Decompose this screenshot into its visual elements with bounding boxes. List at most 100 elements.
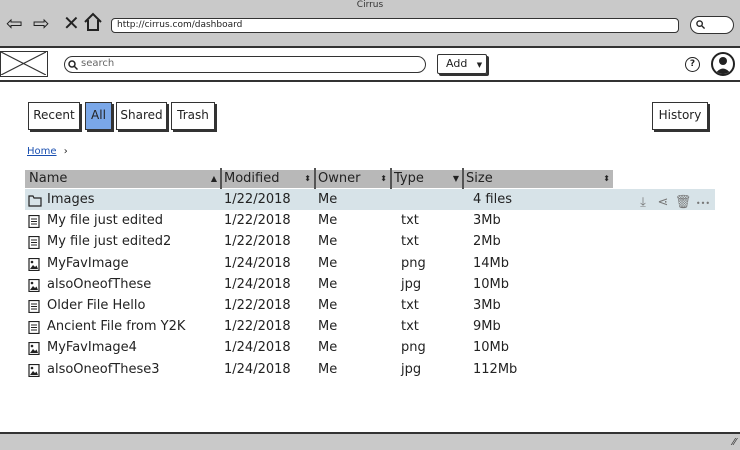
- tab-recent[interactable]: Recent: [28, 102, 80, 130]
- column-header-size[interactable]: Size ⬍: [462, 170, 613, 188]
- table-row[interactable]: MyFavImage 1/24/2018 Me png 14Mb: [25, 253, 715, 274]
- cell-name[interactable]: alsoOneofThese: [47, 274, 151, 295]
- status-bar: ⁄⁄: [0, 432, 740, 450]
- document-icon: [28, 214, 40, 229]
- cell-modified: 1/22/2018: [224, 234, 291, 250]
- history-button[interactable]: History: [652, 102, 708, 130]
- breadcrumb-home-link[interactable]: Home: [27, 146, 57, 157]
- sort-icon[interactable]: ⬍: [603, 170, 610, 188]
- arrow-left-icon[interactable]: ⇦: [6, 13, 23, 33]
- tab-shared[interactable]: Shared: [116, 102, 167, 130]
- logo-image-placeholder-icon: [0, 51, 48, 77]
- history-label: History: [658, 108, 702, 122]
- more-icon[interactable]: •••: [693, 196, 713, 211]
- cell-modified: 1/24/2018: [224, 361, 291, 377]
- cell-type: png: [401, 340, 426, 356]
- trash-icon[interactable]: 🗑: [673, 195, 693, 210]
- sort-icon[interactable]: ⬍: [380, 170, 387, 188]
- help-icon[interactable]: ?: [685, 57, 700, 72]
- add-button-label: Add: [446, 57, 468, 70]
- resize-grip-icon[interactable]: ⁄⁄: [733, 437, 736, 448]
- cell-size: 9Mb: [473, 319, 501, 335]
- folder-icon: [28, 193, 42, 207]
- cell-name[interactable]: My file just edited2: [47, 231, 171, 252]
- table-row[interactable]: Images 1/22/2018 Me 4 files ⤓ ⋖ 🗑 •••: [25, 189, 715, 210]
- cell-size: 14Mb: [473, 255, 510, 271]
- sort-icon[interactable]: ⬍: [304, 170, 311, 188]
- image-file-icon: [28, 341, 40, 356]
- column-label: Size: [466, 171, 493, 186]
- cell-modified: 1/24/2018: [224, 340, 291, 356]
- search-icon: [68, 56, 79, 74]
- tab-all[interactable]: All: [85, 102, 112, 130]
- tab-label: Shared: [120, 108, 163, 122]
- table-row[interactable]: My file just edited2 1/22/2018 Me txt 2Mb: [25, 231, 715, 252]
- tab-trash[interactable]: Trash: [171, 102, 215, 130]
- close-icon[interactable]: ✕: [63, 13, 80, 33]
- search-input[interactable]: search: [64, 56, 426, 73]
- sort-icon[interactable]: ▲: [211, 170, 217, 188]
- cell-owner: Me: [318, 255, 338, 271]
- column-header-name[interactable]: Name ▲: [25, 170, 220, 188]
- breadcrumb: Home ›: [27, 146, 68, 158]
- column-label: Name: [29, 171, 68, 186]
- tab-label: All: [91, 108, 106, 122]
- search-icon: [696, 20, 706, 32]
- cell-name[interactable]: Older File Hello: [47, 295, 145, 316]
- cell-type: jpg: [401, 361, 422, 377]
- download-icon[interactable]: ⤓: [633, 195, 653, 210]
- column-header-modified[interactable]: Modified ⬍: [220, 170, 314, 188]
- cell-owner: Me: [318, 276, 338, 292]
- cell-owner: Me: [318, 340, 338, 356]
- cell-modified: 1/22/2018: [224, 298, 291, 313]
- table-row[interactable]: Ancient File from Y2K 1/22/2018 Me txt 9Mb: [25, 316, 715, 337]
- document-icon: [28, 299, 40, 314]
- share-icon[interactable]: ⋖: [653, 195, 673, 210]
- cell-size: 3Mb: [473, 298, 501, 313]
- cell-type: txt: [401, 234, 419, 250]
- document-icon: [28, 320, 40, 335]
- cell-owner: Me: [318, 213, 338, 229]
- table-row[interactable]: alsoOneofThese3 1/24/2018 Me jpg 112Mb: [25, 359, 715, 380]
- row-actions: ⤓ ⋖ 🗑 •••: [633, 192, 713, 210]
- column-header-type[interactable]: Type ▼: [390, 170, 462, 188]
- user-avatar-icon[interactable]: [711, 52, 735, 76]
- sort-icon[interactable]: ▼: [453, 170, 459, 188]
- cell-size: 3Mb: [473, 213, 501, 229]
- cell-name[interactable]: MyFavImage: [47, 253, 129, 274]
- search-placeholder: search: [81, 58, 115, 69]
- cell-type: png: [401, 255, 426, 271]
- cell-modified: 1/22/2018: [224, 319, 291, 335]
- cell-owner: Me: [318, 361, 338, 377]
- cell-owner: Me: [318, 234, 338, 250]
- table-row[interactable]: My file just edited 1/22/2018 Me txt 3Mb: [25, 210, 715, 231]
- home-icon[interactable]: [83, 12, 103, 35]
- window-titlebar: Cirrus: [0, 0, 740, 11]
- app-header: search Add ▼ ?: [0, 48, 740, 82]
- table-row[interactable]: Older File Hello 1/22/2018 Me txt 3Mb: [25, 295, 715, 316]
- browser-search-field[interactable]: [690, 16, 734, 34]
- cell-owner: Me: [318, 298, 338, 313]
- column-label: Owner: [318, 171, 361, 186]
- add-button[interactable]: Add ▼: [437, 54, 487, 74]
- arrow-right-icon[interactable]: ⇨: [33, 13, 50, 33]
- cell-name[interactable]: alsoOneofThese3: [47, 359, 160, 380]
- address-bar[interactable]: http://cirrus.com/dashboard: [111, 18, 679, 33]
- cell-owner: Me: [318, 319, 338, 335]
- url-text: http://cirrus.com/dashboard: [117, 20, 243, 30]
- image-file-icon: [28, 363, 40, 377]
- image-file-icon: [28, 257, 40, 271]
- cell-size: 112Mb: [473, 361, 518, 377]
- cell-name[interactable]: Images: [47, 189, 95, 210]
- cell-name[interactable]: Ancient File from Y2K: [47, 316, 185, 337]
- cell-name[interactable]: MyFavImage4: [47, 337, 137, 358]
- tab-label: Trash: [177, 108, 209, 122]
- cell-name[interactable]: My file just edited: [47, 210, 163, 231]
- cell-modified: 1/22/2018: [224, 213, 291, 229]
- table-row[interactable]: MyFavImage4 1/24/2018 Me png 10Mb: [25, 337, 715, 358]
- cell-owner: Me: [318, 192, 338, 207]
- browser-toolbar: ⇦ ⇨ ✕ http://cirrus.com/dashboard: [0, 11, 740, 48]
- column-header-owner[interactable]: Owner ⬍: [314, 170, 390, 188]
- cell-size: 4 files: [473, 192, 512, 207]
- table-row[interactable]: alsoOneofThese 1/24/2018 Me jpg 10Mb: [25, 274, 715, 295]
